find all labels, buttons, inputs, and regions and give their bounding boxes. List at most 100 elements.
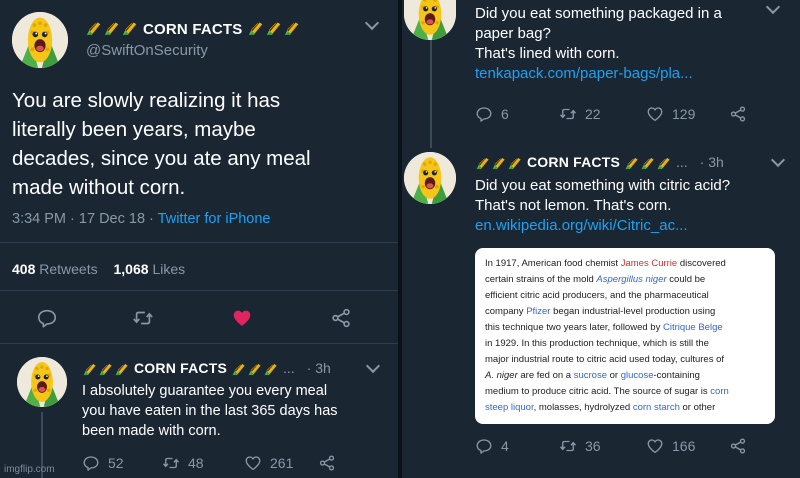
like-button[interactable] bbox=[231, 307, 253, 329]
account-name[interactable]: CORN FACTS bbox=[134, 360, 227, 376]
account-name[interactable]: CORN FACTS bbox=[527, 154, 620, 170]
share-button[interactable] bbox=[729, 105, 747, 123]
tweet-text-line: You are slowly realizing it has bbox=[12, 89, 281, 112]
tweet-text-line: That's not lemon. That's corn. bbox=[475, 197, 672, 214]
excerpt-text: -containing bbox=[653, 370, 700, 381]
share-button[interactable] bbox=[330, 307, 352, 329]
retweet-icon bbox=[559, 105, 577, 123]
tweet-text-line: made without corn. bbox=[12, 176, 186, 199]
reply-icon bbox=[475, 105, 493, 123]
share-button[interactable] bbox=[729, 437, 747, 455]
excerpt-link: Aspergillus niger bbox=[596, 274, 667, 285]
reply-count: 52 bbox=[108, 455, 124, 471]
retweet-count: 36 bbox=[585, 438, 601, 454]
excerpt-line: company Pfizer began industrial-level pr… bbox=[485, 304, 765, 320]
share-button[interactable] bbox=[318, 454, 336, 472]
like-button[interactable]: 129 bbox=[646, 105, 695, 123]
avatar[interactable] bbox=[404, 152, 456, 204]
account-name: CORN FACTS bbox=[143, 20, 243, 38]
tweet-age[interactable]: · 3h bbox=[700, 154, 724, 170]
like-count: 261 bbox=[270, 455, 294, 471]
likes-label: Likes bbox=[152, 261, 186, 277]
excerpt-text: , molasses, hydrolyzed bbox=[533, 402, 633, 413]
excerpt-text: this technique two years later, followed… bbox=[485, 322, 663, 333]
excerpt-text: In 1917, American food chemist bbox=[485, 258, 621, 269]
chevron-down-icon[interactable] bbox=[364, 15, 380, 31]
separator: · bbox=[70, 211, 75, 227]
likes-stat[interactable]: 1,068 Likes bbox=[114, 261, 186, 277]
tweet-text-line: Did you eat something with citric acid? bbox=[475, 177, 731, 194]
reply-icon bbox=[82, 454, 100, 472]
tweet-age[interactable]: · 3h bbox=[307, 360, 331, 376]
tweet-text-line: I absolutely guarantee you every meal bbox=[82, 383, 328, 399]
chevron-down-icon[interactable] bbox=[765, 0, 781, 15]
reply-icon bbox=[475, 437, 493, 455]
retweet-button[interactable]: 48 bbox=[162, 454, 204, 472]
excerpt-text: A. niger bbox=[485, 370, 518, 381]
avatar[interactable] bbox=[12, 12, 68, 68]
retweet-icon bbox=[132, 307, 154, 329]
reply-button[interactable]: 4 bbox=[475, 437, 509, 455]
corn-icon bbox=[476, 157, 521, 170]
reply-header: CORN FACTS ... · 3h bbox=[82, 358, 331, 378]
tweet-stats: 408 Retweets 1,068 Likes bbox=[12, 261, 185, 277]
heart-icon bbox=[244, 454, 262, 472]
retweet-button[interactable]: 22 bbox=[559, 105, 601, 123]
wikipedia-excerpt-image[interactable]: In 1917, American food chemist James Cur… bbox=[475, 248, 775, 424]
divider bbox=[0, 242, 398, 243]
tweet-text-line: been made with corn. bbox=[82, 423, 221, 439]
avatar[interactable] bbox=[404, 0, 456, 40]
tweet-timestamp: 3:34 PM · 17 Dec 18 · Twitter for iPhone bbox=[12, 211, 271, 227]
tweet-text: I absolutely guarantee you every meal yo… bbox=[82, 381, 338, 441]
avatar[interactable] bbox=[17, 357, 67, 407]
tweet-text-line: Did you eat something packaged in a bbox=[475, 5, 722, 22]
excerpt-text: could be bbox=[666, 274, 706, 285]
retweet-button[interactable]: 36 bbox=[559, 437, 601, 455]
retweets-stat[interactable]: 408 Retweets bbox=[12, 261, 102, 277]
chevron-down-icon[interactable] bbox=[365, 358, 381, 374]
tweet-date: 17 Dec 18 bbox=[78, 211, 146, 227]
tweet-text-line: paper bag? bbox=[475, 25, 551, 42]
divider bbox=[0, 290, 398, 291]
like-button[interactable]: 166 bbox=[646, 437, 695, 455]
name-ellipsis: ... bbox=[283, 360, 295, 376]
thread-line bbox=[430, 40, 432, 148]
share-icon bbox=[729, 437, 747, 455]
reply-button[interactable] bbox=[36, 307, 58, 329]
excerpt-text: discovered bbox=[677, 258, 726, 269]
display-name[interactable]: CORN FACTS bbox=[85, 18, 301, 40]
tweet-text: You are slowly realizing it has literall… bbox=[12, 86, 311, 202]
heart-icon bbox=[646, 437, 664, 455]
reply-button[interactable]: 52 bbox=[82, 454, 124, 472]
tweet-source-link[interactable]: Twitter for iPhone bbox=[158, 211, 271, 227]
tweet-link[interactable]: tenkapack.com/paper-bags/pla... bbox=[475, 64, 722, 84]
like-button[interactable]: 261 bbox=[244, 454, 293, 472]
name-ellipsis: ... bbox=[676, 154, 688, 170]
corn-icon bbox=[247, 18, 301, 41]
tweet-text-line: That's lined with corn. bbox=[475, 45, 620, 62]
tweet-text: Did you eat something packaged in a pape… bbox=[475, 4, 722, 84]
tweet-text-line: decades, since you ate any meal bbox=[12, 147, 311, 170]
tweet-time: 3:34 PM bbox=[12, 211, 66, 227]
tweet-text: Did you eat something with citric acid? … bbox=[475, 176, 730, 236]
excerpt-text: are fed on a bbox=[517, 370, 574, 381]
excerpt-link: Citrique Belge bbox=[662, 322, 723, 333]
account-handle[interactable]: @SwiftOnSecurity bbox=[86, 42, 208, 59]
separator: · bbox=[149, 211, 154, 227]
tweet-link[interactable]: en.wikipedia.org/wiki/Citric_ac... bbox=[475, 216, 730, 236]
reply-count: 4 bbox=[501, 438, 509, 454]
excerpt-link: corn bbox=[710, 386, 729, 397]
reply-button[interactable]: 6 bbox=[475, 105, 509, 123]
excerpt-text: began industrial-level production using bbox=[550, 306, 716, 317]
excerpt-link: glucose bbox=[620, 370, 654, 381]
retweet-button[interactable] bbox=[132, 307, 154, 329]
excerpt-line: A. niger are fed on a sucrose or glucose… bbox=[485, 368, 765, 384]
panel-divider bbox=[398, 0, 402, 478]
excerpt-text: medium to produce citric acid. The sourc… bbox=[485, 386, 711, 397]
excerpt-line: this technique two years later, followed… bbox=[485, 320, 765, 336]
excerpt-link: sucrose bbox=[573, 370, 607, 381]
retweet-icon bbox=[559, 437, 577, 455]
retweet-icon bbox=[162, 454, 180, 472]
chevron-down-icon[interactable] bbox=[770, 152, 786, 168]
like-count: 129 bbox=[672, 106, 696, 122]
